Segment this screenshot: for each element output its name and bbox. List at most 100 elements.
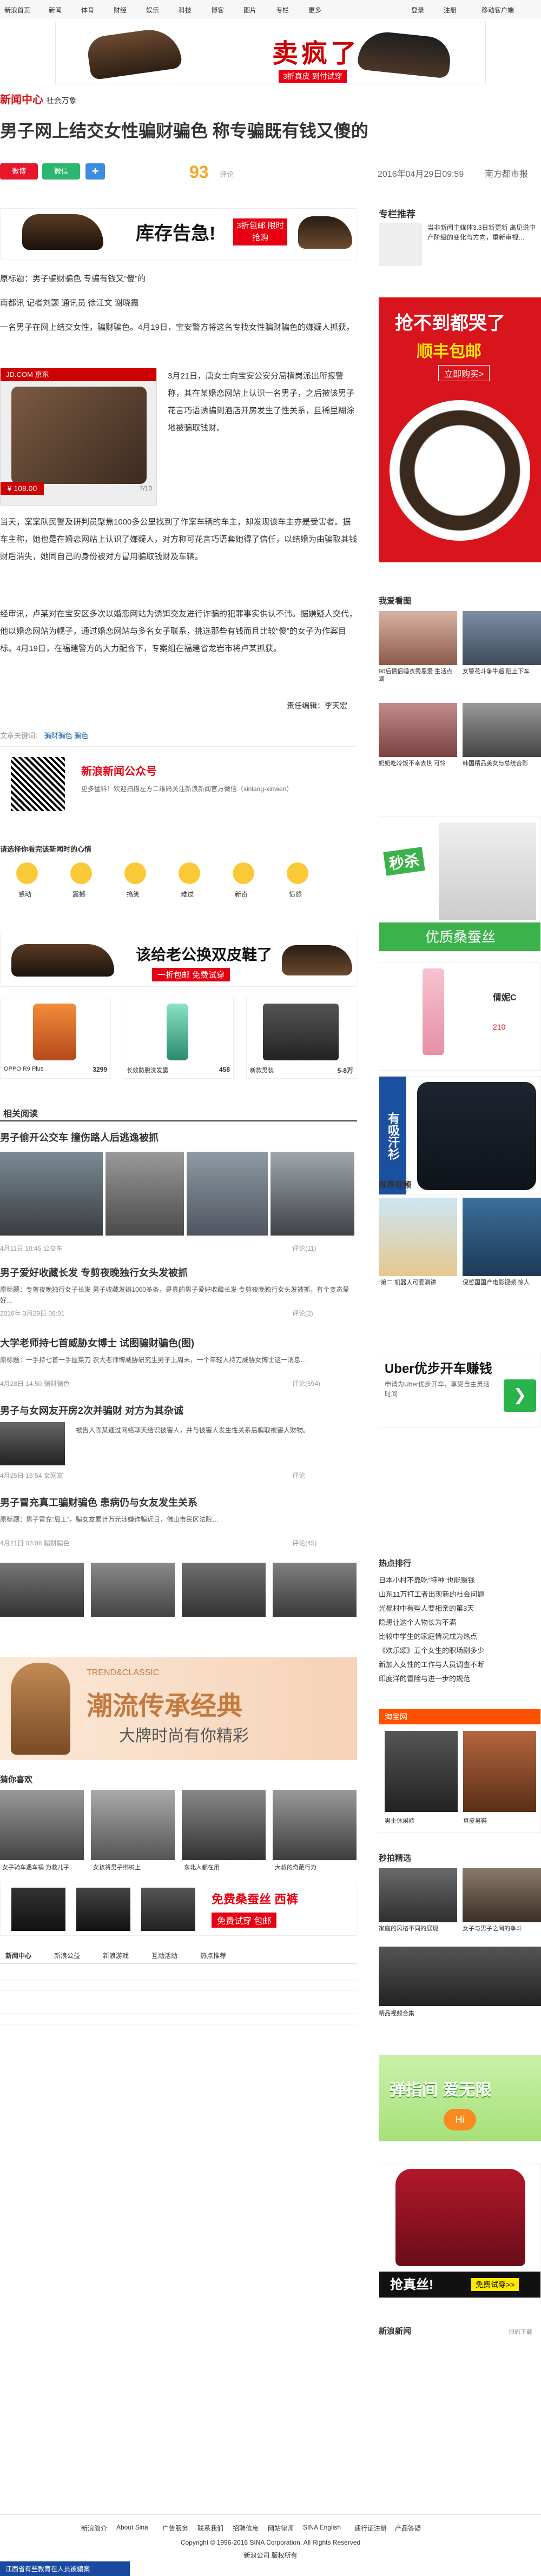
tab[interactable]: 新浪游戏 [103, 1951, 129, 1960]
nav-item[interactable]: 专栏 [276, 5, 289, 15]
tab[interactable]: 新浪公益 [54, 1951, 80, 1960]
sec-caption[interactable]: 女子与男子之间的争斗 [463, 1925, 541, 1933]
mood-icon[interactable] [16, 862, 38, 884]
footer-link[interactable]: About Sina [116, 2524, 148, 2531]
footer-link[interactable]: 广告服务 [162, 2524, 188, 2533]
news-photo[interactable] [273, 1563, 357, 1617]
comment-count[interactable]: 93 [189, 162, 209, 182]
watch-caption[interactable]: 奶奶吃冷饭不幸去世 可怜 [379, 760, 457, 767]
cosmetic-ad[interactable]: 倩妮C 210 [379, 962, 541, 1071]
footer-link[interactable]: 通行证注册 [354, 2524, 387, 2533]
column-thumb[interactable] [379, 223, 422, 266]
nav-item[interactable]: 更多 [308, 5, 321, 15]
news-photo[interactable] [91, 1563, 175, 1617]
related-item-title[interactable]: 大学老师持七首威胁女博士 试图骗财骗色(图) [0, 1336, 194, 1350]
watch-photo[interactable] [379, 703, 457, 757]
news-photo[interactable] [0, 1422, 65, 1465]
top-banner-ad[interactable]: 卖疯了 3折真皮 到付试穿 [55, 22, 486, 84]
video-thumb[interactable] [379, 1198, 457, 1276]
related-item-title[interactable]: 男子与女网友开房2次并骗财 对方为其杂诚 [0, 1403, 183, 1417]
trend-ad[interactable]: TREND&CLASSIC 潮流传承经典 大牌时尚有你精彩 [0, 1657, 357, 1760]
pic-item[interactable] [273, 1790, 357, 1860]
related-item-title[interactable]: 男子偷开公交车 撞伤路人后逃逸被抓 [0, 1130, 159, 1144]
app-button[interactable]: Hi [444, 2109, 476, 2130]
pic-label[interactable]: 东北人都在用 [184, 1863, 220, 1871]
footer-link[interactable]: 产品答疑 [395, 2524, 421, 2533]
arrow-icon[interactable]: ❯ [504, 1379, 536, 1412]
try-button[interactable]: 免费试穿>> [471, 2278, 519, 2291]
nav-item[interactable]: 体育 [81, 5, 94, 15]
related-comments[interactable]: 评论(45) [292, 1538, 316, 1548]
footer-link[interactable]: 联系我们 [197, 2524, 223, 2533]
nav-item[interactable]: 新浪首页 [4, 5, 30, 15]
polo-ad[interactable]: 有吸汗衫 [379, 1076, 541, 1195]
hot-item[interactable]: 光棍村中有些人要相亲的第3天 [379, 1602, 541, 1616]
sidebar-rec-text[interactable]: 当非新闻主媒体3.3日新更新 离见说中产阶级的变化与方向，重新审视… [427, 223, 541, 242]
footer-link[interactable]: 网站律师 [268, 2524, 294, 2533]
keyword-link[interactable]: 骗财骗色 骗色 [44, 732, 89, 740]
login-link[interactable]: 登录 [411, 5, 424, 15]
product-card[interactable]: 新款男装 5-8万 [246, 998, 357, 1079]
pic-label[interactable]: 女孩将男子绑树上 [93, 1863, 141, 1871]
mood-icon[interactable] [70, 862, 92, 884]
related-comments[interactable]: 评论(2) [292, 1309, 313, 1318]
news-photo[interactable] [270, 1152, 354, 1236]
nav-item[interactable]: 博客 [211, 5, 224, 15]
sec-thumb[interactable] [379, 1947, 541, 2006]
jd-inset-ad[interactable]: JD.COM 京东 ¥ 108.00 7/10 [0, 368, 157, 506]
footer-link[interactable]: SINA English [303, 2524, 341, 2531]
mood-icon[interactable] [287, 862, 308, 884]
related-item-title[interactable]: 男子冒充真工骗财骗色 患病仍与女友发生关系 [0, 1495, 197, 1509]
taobao-ad[interactable]: 淘宝网 男士休闲裤 真皮男鞋 [379, 1709, 541, 1833]
sec-thumb[interactable] [379, 1868, 457, 1922]
news-photo[interactable] [182, 1563, 266, 1617]
related-comments[interactable]: 评论(594) [292, 1379, 320, 1388]
product-card[interactable]: 长效防脱洗发露 458 [123, 998, 234, 1079]
sec-thumb[interactable] [463, 1868, 541, 1922]
tab[interactable]: 热点推荐 [200, 1951, 226, 1960]
watch-photo[interactable] [463, 703, 541, 757]
watch-caption[interactable]: 90后情侣睡衣秀恩爱 生活点滴 [379, 668, 457, 683]
news-photo[interactable] [0, 1152, 103, 1236]
uber-ad[interactable]: Uber优步开车赚钱 申请为Uber优步开车，享受自主灵活时间 ❯ [379, 1352, 541, 1428]
share-more-button[interactable]: + [85, 163, 105, 180]
silk-ad[interactable]: 秒杀 优质桑蚕丝 [379, 816, 541, 952]
shoe-ad[interactable]: 该给老公换双皮鞋了 一折包邮 免费试穿 [0, 933, 357, 987]
news-photo[interactable] [187, 1152, 268, 1236]
site-logo[interactable]: 新闻中心 社会万象 [0, 91, 77, 107]
watch-photo[interactable] [379, 611, 457, 665]
related-comments[interactable]: 评论(11) [292, 1244, 316, 1253]
article-source[interactable]: 南方都市报 [485, 167, 528, 180]
nav-item[interactable]: 图片 [243, 5, 256, 15]
watch-caption[interactable]: 韩国精品美女与总统合影 [463, 760, 541, 767]
footer-link[interactable]: 招聘信息 [233, 2524, 259, 2533]
belt-ad[interactable]: 免费桑蚕丝 西裤 免费试穿 包邮 [0, 1882, 357, 1936]
share-weixin-button[interactable]: 微信 [42, 163, 80, 180]
watch-photo[interactable] [463, 611, 541, 665]
hot-item[interactable]: 比较中学生的家庭情况成为热点 [379, 1630, 541, 1644]
news-photo[interactable] [0, 1563, 84, 1617]
share-weibo-button[interactable]: 微博 [0, 163, 38, 180]
related-item-title[interactable]: 男子爱好收藏长发 专剪夜晚独行女头发被抓 [0, 1265, 188, 1279]
pic-item[interactable] [91, 1790, 175, 1860]
hot-item[interactable]: 隐患让这个人物长为不满 [379, 1616, 541, 1630]
pic-label[interactable]: 女子骑车遇车祸 为救儿子 [2, 1863, 69, 1871]
mood-icon[interactable] [233, 862, 254, 884]
sec-caption[interactable]: 精品视频合集 [379, 2009, 541, 2017]
pic-item[interactable] [182, 1790, 266, 1860]
nav-item[interactable]: 新闻 [49, 5, 62, 15]
tab[interactable]: 互动活动 [151, 1951, 177, 1960]
mood-icon[interactable] [179, 862, 200, 884]
polo2-ad[interactable]: 抢真丝! 免费试穿>> [379, 2163, 541, 2298]
sec-caption[interactable]: 家庭的风格不同的展现 [379, 1925, 457, 1933]
bottom-ad[interactable]: 江西省有些教育在人员被骗案 [0, 2561, 130, 2576]
mood-icon[interactable] [124, 862, 146, 884]
pic-item[interactable] [0, 1790, 84, 1860]
video-caption[interactable]: 倪哲国国产电影视频 惊人 [463, 1279, 541, 1286]
news-photo[interactable] [105, 1152, 184, 1236]
inventory-ad[interactable]: 库存告急! 3折包邮 限时抢购 [0, 208, 357, 260]
buy-button[interactable]: 立即购买> [438, 365, 490, 381]
nav-item[interactable]: 财经 [114, 5, 127, 15]
mobile-client-link[interactable]: 移动客户端 [481, 5, 514, 15]
hot-item[interactable]: 印度洋的冒险与进一步的规范 [379, 1672, 541, 1686]
